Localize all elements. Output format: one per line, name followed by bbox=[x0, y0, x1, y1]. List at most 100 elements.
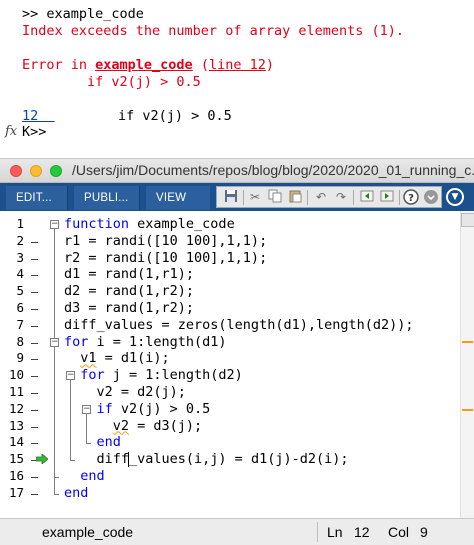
dropdown-icon[interactable] bbox=[423, 189, 439, 205]
error-line-link[interactable]: line 12 bbox=[209, 57, 266, 73]
help-icon[interactable]: ? bbox=[403, 189, 419, 205]
breakpoint-dash[interactable] bbox=[31, 443, 38, 445]
copy-icon[interactable] bbox=[267, 189, 283, 205]
tab-publish[interactable]: PUBLI... bbox=[74, 186, 140, 210]
debug-location: 12 bbox=[22, 108, 55, 124]
fold-toggle-icon[interactable]: − bbox=[50, 220, 59, 229]
warning-variable[interactable]: v2 bbox=[113, 418, 129, 434]
paste-icon[interactable] bbox=[287, 189, 303, 205]
line-number[interactable]: 13 bbox=[0, 418, 24, 433]
error-message: Index exceeds the number of array elemen… bbox=[22, 23, 405, 39]
code-line: if v2(j) > 0.5 bbox=[97, 401, 211, 417]
line-number[interactable]: 17 bbox=[0, 485, 24, 500]
minimize-window-button[interactable] bbox=[30, 165, 42, 177]
toolstrip: EDIT... PUBLI... VIEW ✂ ↶ ↷ ? ▼ bbox=[0, 183, 474, 211]
debug-prompt[interactable]: K>> bbox=[22, 124, 46, 140]
warning-marker[interactable] bbox=[462, 409, 473, 411]
debug-line-link[interactable]: 12 bbox=[22, 108, 38, 124]
code-line: end bbox=[80, 468, 104, 484]
breakpoint-dash[interactable] bbox=[31, 477, 38, 478]
code-line: for j = 1:length(d2) bbox=[80, 367, 243, 383]
line-number[interactable]: 7 bbox=[0, 317, 24, 332]
breakpoint-dash[interactable] bbox=[31, 393, 38, 394]
code-line: d3 = rand(1,r2); bbox=[64, 300, 194, 316]
code-line: r1 = randi([10 100],1,1); bbox=[64, 233, 267, 249]
line-number[interactable]: 14 bbox=[0, 434, 24, 449]
breakpoint-dash[interactable] bbox=[31, 426, 38, 428]
error-function-link[interactable]: example_code bbox=[95, 57, 193, 73]
code-line: d2 = rand(1,r2); bbox=[64, 283, 194, 299]
breakpoint-dash[interactable] bbox=[31, 258, 38, 260]
line-number[interactable]: 10 bbox=[0, 367, 24, 382]
breakpoint-dash[interactable] bbox=[31, 325, 38, 327]
code-line: end bbox=[97, 434, 121, 450]
save-icon[interactable] bbox=[223, 189, 239, 205]
back-icon[interactable] bbox=[359, 189, 375, 205]
line-number[interactable]: 1 bbox=[0, 216, 24, 231]
code-editor[interactable]: 1 2 3 4 5 6 7 8 9 10 11 12 13 14 15 16 17 − − − − function … bbox=[0, 211, 474, 518]
breakpoint-dash[interactable] bbox=[31, 275, 38, 277]
code-line: v2 = d2(j); bbox=[97, 384, 186, 400]
fold-toggle-icon[interactable]: − bbox=[82, 404, 91, 414]
breakpoint-dash[interactable] bbox=[31, 342, 38, 344]
line-number[interactable]: 16 bbox=[0, 468, 24, 483]
line-number[interactable]: 12 bbox=[0, 401, 24, 416]
line-number-gutter: 1 2 3 4 5 6 7 8 9 10 11 12 13 14 15 16 17 bbox=[0, 211, 30, 518]
code-line: d1 = rand(1,r1); bbox=[64, 266, 194, 282]
editor-window: /Users/jim/Documents/repos/blog/blog/202… bbox=[0, 158, 474, 545]
code-text: d1 = rand(1,r1); bbox=[64, 266, 195, 283]
status-ln-value: 12 bbox=[354, 524, 370, 540]
breakpoint-dash[interactable] bbox=[31, 409, 38, 411]
redo-icon[interactable]: ↷ bbox=[333, 189, 349, 205]
fold-end bbox=[86, 443, 91, 445]
breakpoint-dash[interactable] bbox=[31, 309, 38, 310]
line-number[interactable]: 2 bbox=[0, 233, 24, 248]
tab-editor[interactable]: EDIT... bbox=[6, 186, 68, 210]
tab-view[interactable]: VIEW bbox=[146, 186, 210, 210]
breakpoint-dash[interactable] bbox=[31, 376, 38, 378]
fx-icon[interactable]: fx bbox=[5, 124, 17, 139]
breakpoint-dash[interactable] bbox=[31, 493, 38, 495]
status-col-value: 9 bbox=[420, 524, 428, 540]
toolstrip-menu-icon[interactable]: ▼ bbox=[446, 188, 464, 206]
line-number[interactable]: 15 bbox=[0, 451, 24, 466]
quick-access-toolbar: ✂ ↶ ↷ ? bbox=[216, 186, 442, 208]
fold-toggle-icon[interactable]: − bbox=[66, 371, 75, 381]
code-text: v2(j) > 0.5 bbox=[112, 400, 211, 417]
breakpoint-dash[interactable] bbox=[31, 241, 38, 243]
fold-guide bbox=[70, 380, 71, 461]
forward-icon[interactable] bbox=[379, 189, 395, 205]
keyword: if bbox=[96, 400, 113, 417]
error-prefix: Error in bbox=[22, 57, 96, 73]
status-col-label: Col bbox=[388, 524, 410, 540]
warning-variable[interactable]: v1 bbox=[80, 350, 96, 366]
title-bar[interactable]: /Users/jim/Documents/repos/blog/blog/202… bbox=[0, 159, 474, 183]
line-number[interactable]: 3 bbox=[0, 250, 24, 265]
warning-marker[interactable] bbox=[462, 341, 473, 343]
fold-toggle-icon[interactable]: − bbox=[50, 337, 59, 347]
line-number[interactable]: 6 bbox=[0, 300, 24, 315]
fold-guide bbox=[86, 413, 87, 444]
vertical-scrollbar[interactable] bbox=[460, 211, 474, 518]
error-code: if v2(j) > 0.5 bbox=[87, 74, 201, 90]
keyword: for bbox=[80, 367, 105, 384]
line-number[interactable]: 9 bbox=[0, 350, 24, 365]
line-number[interactable]: 11 bbox=[0, 384, 24, 399]
line-number[interactable]: 8 bbox=[0, 334, 24, 349]
close-window-button[interactable] bbox=[10, 165, 22, 177]
breakpoint-dash[interactable] bbox=[31, 292, 38, 294]
zoom-window-button[interactable] bbox=[50, 165, 62, 177]
cut-icon[interactable]: ✂ bbox=[247, 189, 263, 205]
code-text: r2 = randi([10 100],1,1); bbox=[64, 249, 268, 266]
code-text: v2 = d2(j); bbox=[96, 384, 186, 400]
line-number[interactable]: 5 bbox=[0, 283, 24, 298]
line-number[interactable]: 4 bbox=[0, 266, 24, 281]
breakpoint-dash[interactable] bbox=[31, 359, 38, 361]
command-window[interactable]: >> example_code Index exceeds the number… bbox=[0, 0, 474, 158]
keyword: function bbox=[64, 216, 130, 232]
code-text: d3 = rand(1,r2); bbox=[64, 300, 195, 316]
undo-icon[interactable]: ↶ bbox=[313, 189, 329, 205]
fold-end bbox=[54, 477, 59, 478]
fold-guide bbox=[54, 346, 55, 477]
scrollbar-indicator-box bbox=[461, 213, 474, 227]
